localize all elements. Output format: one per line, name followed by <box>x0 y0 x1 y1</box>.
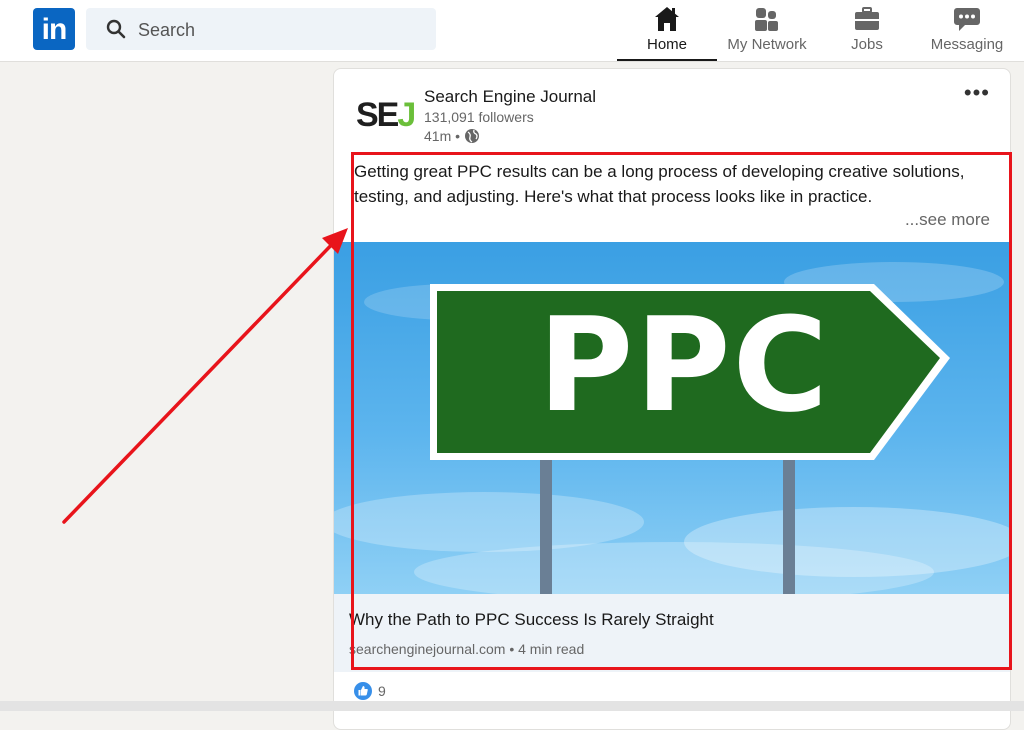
search-icon <box>106 19 126 39</box>
linkedin-logo-icon[interactable]: in <box>33 8 75 50</box>
nav-item-label: Home <box>646 36 687 53</box>
search-input[interactable] <box>136 8 430 52</box>
link-preview[interactable]: Why the Path to PPC Success Is Rarely St… <box>334 594 1010 672</box>
nav-item-my-network[interactable]: My Network <box>717 0 817 61</box>
network-icon <box>755 8 778 31</box>
reactions-summary[interactable]: 9 <box>354 682 386 700</box>
follower-count: 131,091 followers <box>424 109 534 125</box>
briefcase-icon <box>855 7 879 30</box>
nav-item-label: My Network <box>727 36 807 53</box>
link-source: searchenginejournal.com • 4 min read <box>349 641 585 657</box>
author-name[interactable]: Search Engine Journal <box>424 87 596 107</box>
globe-icon <box>465 129 480 143</box>
top-navigation-bar: in Home My Network Jobs <box>0 0 1024 62</box>
feed-post-card: SEJ Search Engine Journal 131,091 follow… <box>333 68 1011 730</box>
author-logo[interactable]: SEJ <box>356 95 416 135</box>
sign-text: PPC <box>538 289 830 441</box>
nav-item-messaging[interactable]: Messaging <box>917 0 1017 61</box>
post-text: Getting great PPC results can be a long … <box>354 162 965 206</box>
page-bottom-strip <box>0 701 1024 711</box>
post-meta: 41m • <box>424 128 480 144</box>
nav-item-jobs[interactable]: Jobs <box>817 0 917 61</box>
see-more-link[interactable]: ...see more <box>905 210 990 230</box>
link-title[interactable]: Why the Path to PPC Success Is Rarely St… <box>349 610 714 630</box>
home-icon <box>655 7 679 31</box>
more-options-icon[interactable]: ••• <box>964 82 990 104</box>
search-box[interactable] <box>86 8 436 52</box>
reaction-count: 9 <box>378 683 386 699</box>
post-image[interactable]: PPC <box>334 242 1010 594</box>
nav-item-label: Messaging <box>930 36 1004 53</box>
chat-icon <box>954 8 980 31</box>
author-logo-part: J <box>397 96 416 134</box>
like-icon <box>354 682 372 700</box>
nav-item-label: Jobs <box>851 36 883 53</box>
nav-item-home[interactable]: Home <box>617 0 717 61</box>
post-time: 41m • <box>424 128 461 144</box>
author-logo-part: SE <box>356 96 399 134</box>
